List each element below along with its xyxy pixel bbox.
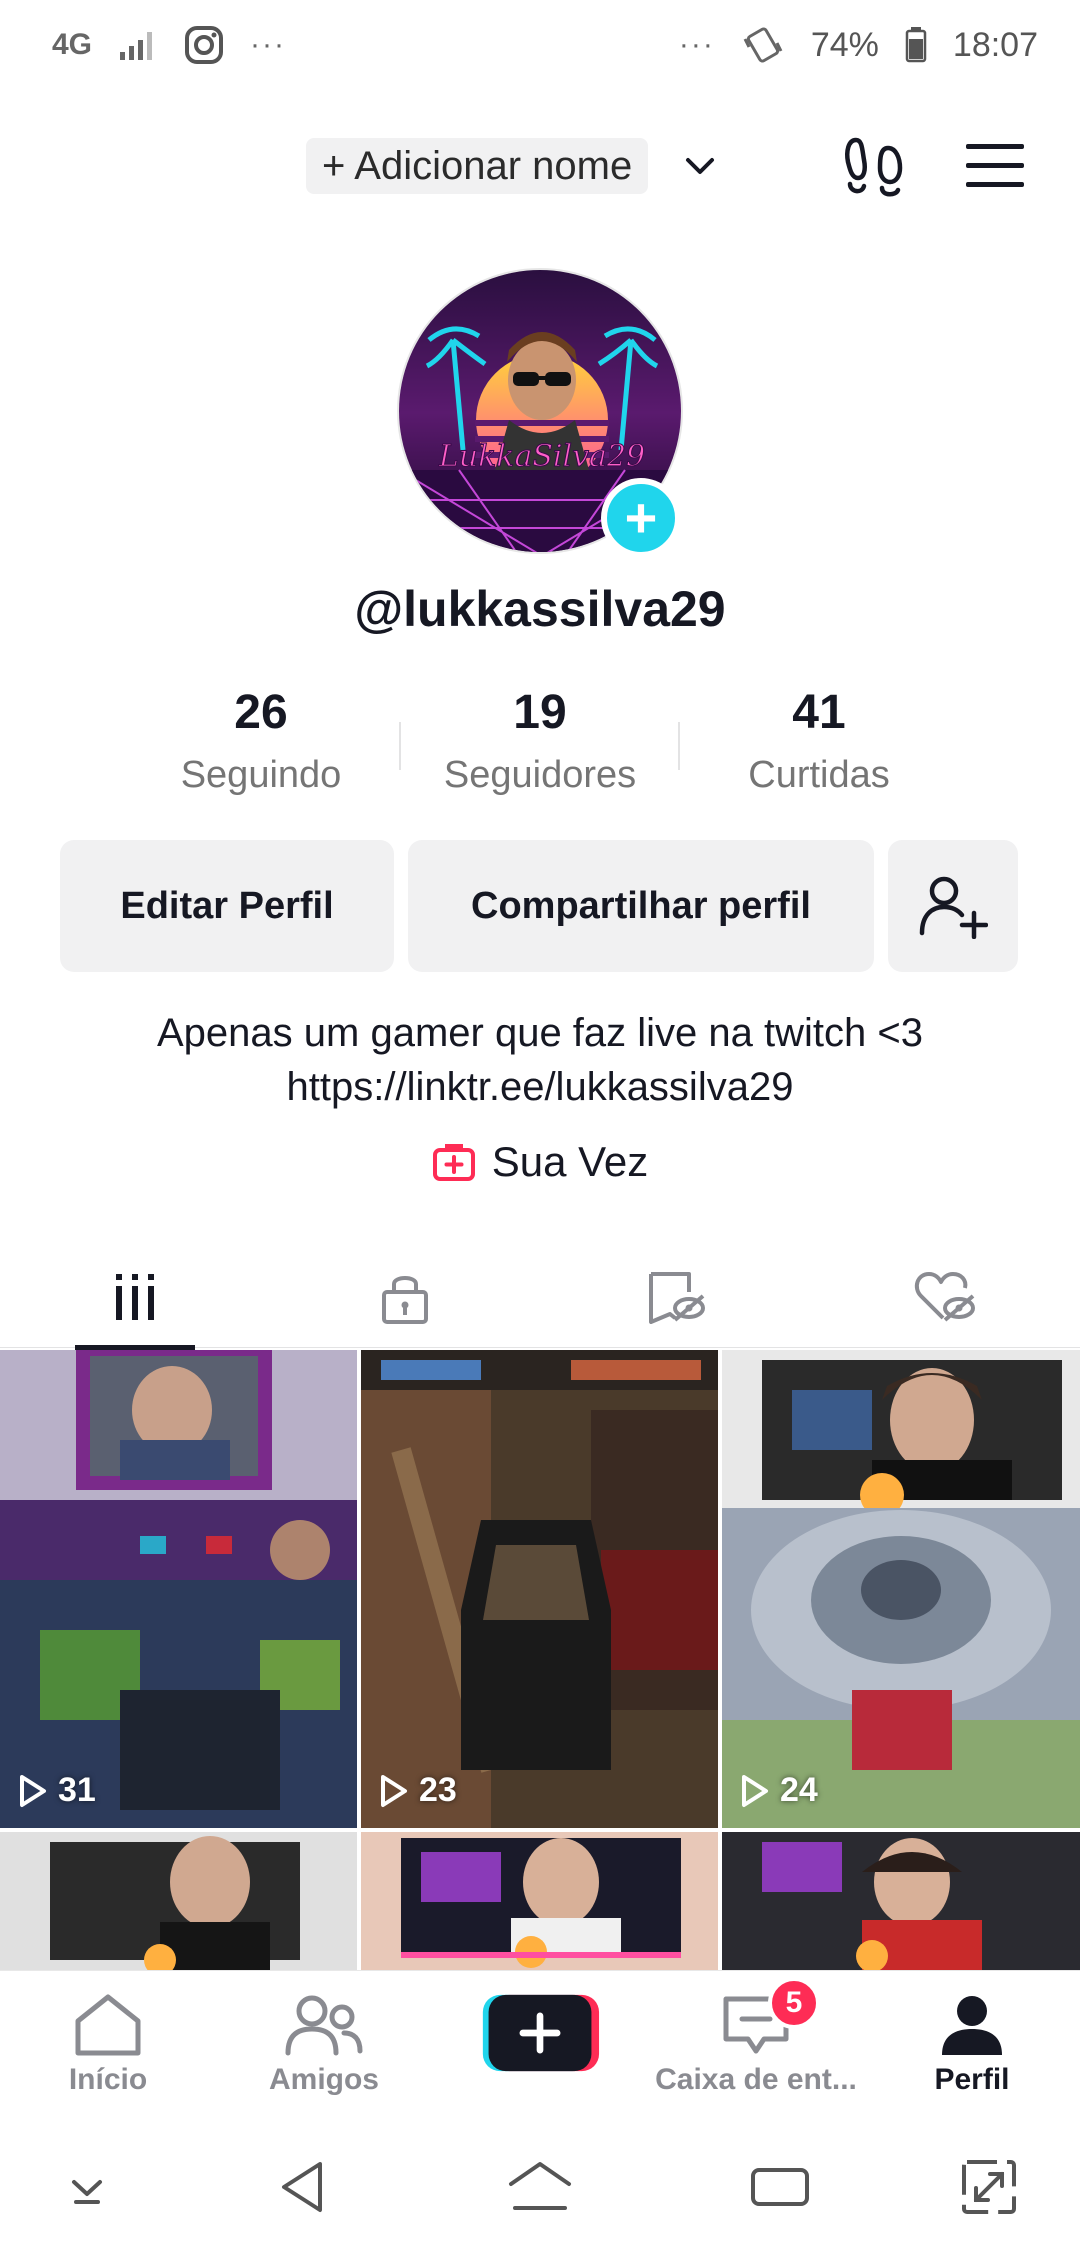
profile-tabs — [0, 1246, 1080, 1350]
recents-icon[interactable] — [745, 2152, 815, 2222]
nav-inbox-label: Caixa de ent... — [655, 2063, 857, 2096]
nav-profile-label: Perfil — [934, 2063, 1010, 2096]
status-dots: ··· — [678, 28, 715, 61]
nav-profile[interactable]: Perfil — [864, 1971, 1080, 2121]
stat-likes-label: Curtidas — [748, 754, 890, 796]
expand-icon[interactable] — [954, 2152, 1024, 2222]
clock: 18:07 — [952, 25, 1038, 64]
nav-inbox[interactable]: 5 Caixa de ent... — [648, 1971, 864, 2121]
view-count-value: 31 — [58, 1771, 96, 1809]
footprints-icon[interactable] — [842, 134, 908, 200]
nav-create[interactable] — [432, 1971, 648, 2121]
video-thumbnail[interactable]: 23 — [361, 1350, 718, 1828]
create-plus-icon — [482, 1994, 600, 2072]
stat-likes[interactable]: 41 Curtidas — [680, 680, 958, 797]
tab-private[interactable] — [270, 1246, 540, 1348]
play-icon — [742, 1774, 768, 1807]
add-friend-button[interactable] — [888, 840, 1018, 972]
video-thumbnail[interactable] — [0, 1832, 357, 1970]
bio-link[interactable]: https://linktr.ee/lukkassilva29 — [0, 1060, 1080, 1114]
system-navigation-bar — [0, 2120, 1080, 2246]
video-thumbnail-image — [722, 1350, 1080, 1828]
stat-following-value: 26 — [234, 686, 288, 739]
edit-profile-button[interactable]: Editar Perfil — [60, 840, 394, 972]
video-thumbnail-image — [361, 1832, 718, 1970]
stats-row: 26 Seguindo 19 Seguidores 41 Curtidas — [0, 680, 1080, 810]
view-count: 23 — [379, 1771, 457, 1810]
bottom-navigation: Início Amigos 5 Caixa de ent... Perfil — [0, 1970, 1080, 2120]
home-icon — [75, 1994, 141, 2056]
inbox-badge: 5 — [768, 1977, 820, 2029]
network-indicator: 4G — [52, 28, 93, 61]
nav-home[interactable]: Início — [0, 1971, 216, 2121]
bio: Apenas um gamer que faz live na twitch <… — [0, 1006, 1080, 1114]
video-thumbnail-image — [722, 1832, 1080, 1970]
nav-friends-label: Amigos — [268, 2063, 379, 2096]
vibrate-icon — [743, 27, 783, 63]
tab-videos[interactable] — [0, 1246, 270, 1350]
heart-hidden-icon — [914, 1272, 975, 1322]
stat-followers-value: 19 — [513, 686, 567, 739]
add-avatar-button[interactable]: + — [601, 478, 681, 558]
stat-likes-value: 41 — [792, 686, 846, 739]
play-icon — [381, 1774, 407, 1807]
signal-icon — [120, 32, 153, 60]
video-thumbnail[interactable]: 24 — [722, 1350, 1080, 1828]
avatar-container[interactable]: LukkaSilva29 + — [397, 268, 683, 558]
friends-icon — [285, 1995, 363, 2056]
profile-icon — [942, 1996, 1002, 2055]
stat-followers[interactable]: 19 Seguidores — [401, 680, 679, 797]
lock-icon — [382, 1276, 428, 1324]
username: @lukkassilva29 — [354, 581, 726, 637]
play-icon — [20, 1774, 46, 1807]
tab-liked[interactable] — [810, 1246, 1080, 1348]
video-thumbnail-image — [0, 1350, 357, 1828]
svg-text:LukkaSilva29: LukkaSilva29 — [438, 439, 645, 474]
sua-vez-icon — [432, 1144, 475, 1181]
add-name-button[interactable]: + Adicionar nome — [306, 138, 649, 194]
instagram-icon — [185, 26, 224, 64]
video-grid: 31 23 24 — [0, 1350, 1080, 1970]
battery-icon — [905, 27, 927, 63]
stat-following-label: Seguindo — [180, 754, 342, 796]
nav-home-label: Início — [68, 2063, 148, 2096]
hide-keyboard-icon[interactable] — [52, 2152, 122, 2222]
chevron-down-icon[interactable] — [680, 146, 720, 186]
videos-grid-icon — [116, 1274, 154, 1320]
menu-icon[interactable] — [964, 140, 1026, 192]
bio-text: Apenas um gamer que faz live na twitch <… — [157, 1011, 923, 1055]
view-count: 24 — [740, 1771, 818, 1810]
share-profile-button[interactable]: Compartilhar perfil — [408, 840, 874, 972]
status-bar-left: 4G ··· — [52, 25, 286, 65]
add-user-icon — [919, 876, 988, 939]
video-thumbnail-image — [361, 1350, 718, 1828]
status-bar-right: ··· 74% 18:07 — [679, 25, 1038, 65]
home-system-icon[interactable] — [505, 2152, 575, 2222]
video-thumbnail[interactable]: 31 — [0, 1350, 357, 1828]
tab-saved[interactable] — [540, 1246, 810, 1348]
video-thumbnail[interactable] — [361, 1832, 718, 1970]
battery-percent: 74% — [810, 25, 879, 64]
status-bar: 4G ··· ··· 74% 18:07 — [0, 0, 1080, 90]
stat-following[interactable]: 26 Seguindo — [122, 680, 400, 797]
view-count-value: 24 — [780, 1771, 818, 1809]
more-notifications: ··· — [250, 28, 287, 61]
video-thumbnail-image — [0, 1832, 357, 1970]
back-icon[interactable] — [270, 2152, 340, 2222]
view-count: 31 — [18, 1771, 96, 1810]
sua-vez-link[interactable]: Sua Vez — [0, 1138, 1080, 1186]
stat-followers-label: Seguidores — [443, 754, 637, 796]
view-count-value: 23 — [419, 1771, 457, 1809]
video-thumbnail[interactable] — [722, 1832, 1080, 1970]
sua-vez-label: Sua Vez — [491, 1138, 649, 1185]
nav-friends[interactable]: Amigos — [216, 1971, 432, 2121]
profile-header: + Adicionar nome — [0, 120, 1080, 210]
bookmark-hidden-icon — [649, 1272, 705, 1324]
